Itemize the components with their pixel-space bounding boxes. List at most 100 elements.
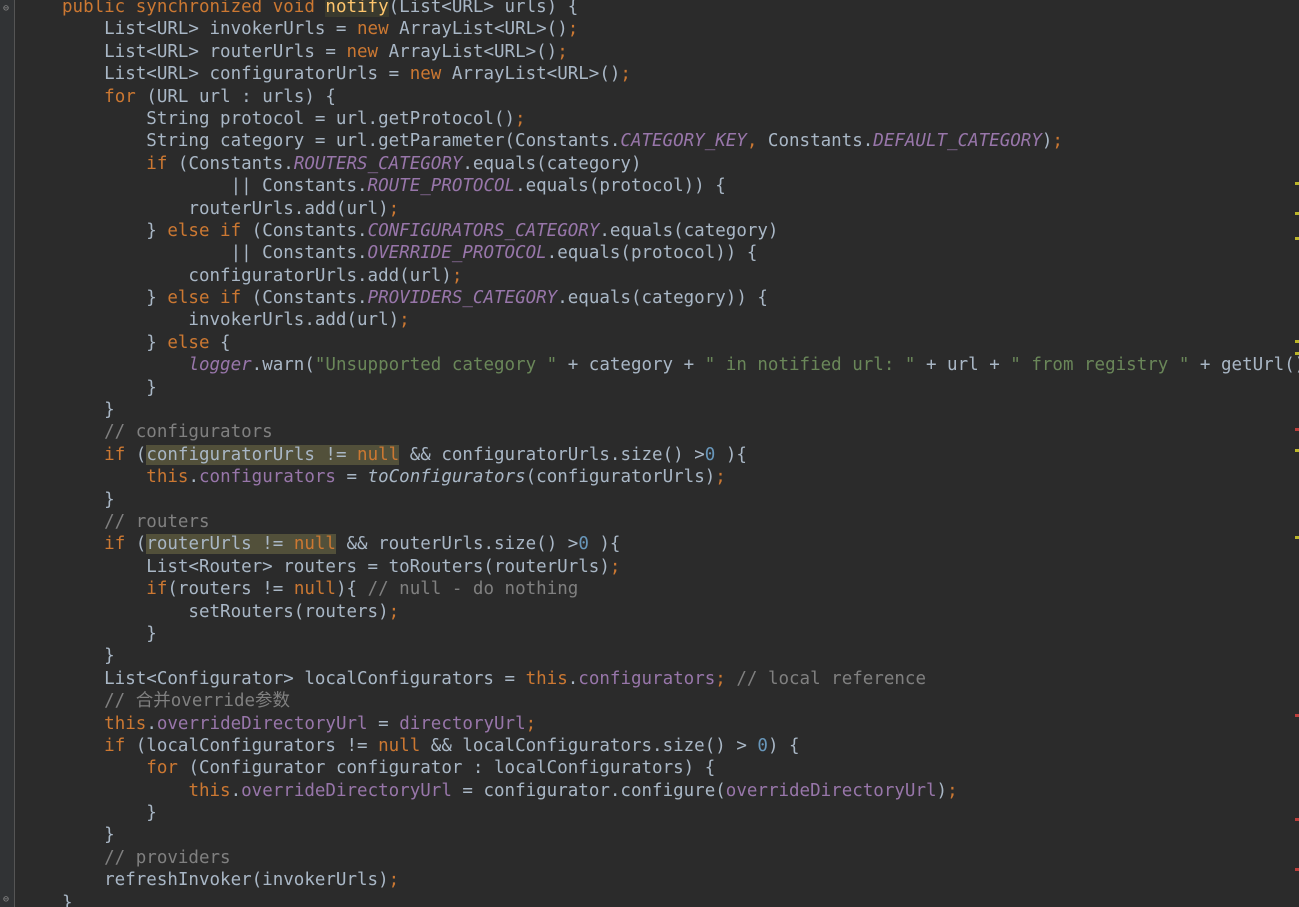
code-token: ArrayList<URL>() bbox=[399, 19, 568, 40]
code-line[interactable]: setRouters(routers); bbox=[62, 601, 1299, 623]
code-token: ; bbox=[1052, 131, 1063, 152]
code-token: .equals(category) bbox=[599, 220, 779, 241]
code-token: new bbox=[409, 64, 452, 85]
code-token: (routers != bbox=[167, 579, 294, 600]
code-line[interactable]: List<URL> configuratorUrls = new ArrayLi… bbox=[62, 63, 1299, 85]
code-token: .warn( bbox=[251, 355, 315, 376]
code-line[interactable]: } bbox=[62, 802, 1299, 824]
code-line[interactable]: this.overrideDirectoryUrl = directoryUrl… bbox=[62, 713, 1299, 735]
code-token: . bbox=[230, 780, 242, 801]
code-line[interactable]: String category = url.getParameter(Const… bbox=[62, 130, 1299, 152]
code-token: } bbox=[62, 489, 115, 510]
code-token: CONFIGURATORS_CATEGORY bbox=[367, 220, 600, 241]
code-token: toConfigurators bbox=[367, 467, 526, 488]
code-token: ; bbox=[525, 713, 537, 734]
code-line[interactable]: } bbox=[62, 824, 1299, 846]
code-token: } bbox=[62, 803, 157, 824]
code-token: + getUrl() bbox=[1189, 355, 1299, 376]
code-token: configuratorUrls.add(url) bbox=[62, 265, 452, 286]
code-line[interactable]: if(routers != null){ // null - do nothin… bbox=[62, 578, 1299, 600]
code-line[interactable]: } else if (Constants.PROVIDERS_CATEGORY.… bbox=[62, 287, 1299, 309]
code-token: // providers bbox=[62, 847, 231, 868]
code-token: List<URL> configuratorUrls = bbox=[62, 64, 410, 85]
code-token: // configurators bbox=[62, 422, 273, 443]
code-line[interactable]: public synchronized void notify(List<URL… bbox=[62, 0, 1299, 18]
code-token: } bbox=[62, 623, 157, 644]
code-token: (configuratorUrls) bbox=[525, 467, 716, 488]
code-token: ; bbox=[388, 870, 400, 891]
code-line[interactable]: List<URL> invokerUrls = new ArrayList<UR… bbox=[62, 18, 1299, 40]
code-area[interactable]: public synchronized void notify(List<URL… bbox=[62, 0, 1299, 907]
code-token: CATEGORY_KEY bbox=[620, 131, 747, 152]
code-line[interactable]: invokerUrls.add(url); bbox=[62, 309, 1299, 331]
code-line[interactable]: } bbox=[62, 377, 1299, 399]
code-line[interactable]: String protocol = url.getProtocol(); bbox=[62, 108, 1299, 130]
code-token: } bbox=[62, 332, 168, 353]
code-token: routerUrls != bbox=[146, 534, 294, 555]
code-line[interactable]: || Constants.OVERRIDE_PROTOCOL.equals(pr… bbox=[62, 242, 1299, 264]
code-token: (localConfigurators != bbox=[135, 735, 379, 756]
code-token: } bbox=[62, 825, 115, 846]
code-line[interactable]: logger.warn("Unsupported category " + ca… bbox=[62, 354, 1299, 376]
code-line[interactable]: refreshInvoker(invokerUrls); bbox=[62, 869, 1299, 891]
code-line[interactable]: } bbox=[62, 623, 1299, 645]
code-line[interactable]: List<URL> routerUrls = new ArrayList<URL… bbox=[62, 41, 1299, 63]
code-token: if bbox=[104, 735, 136, 756]
fold-toggle-icon[interactable]: ⊖ bbox=[3, 895, 12, 905]
code-line[interactable]: if (routerUrls != null && routerUrls.siz… bbox=[62, 533, 1299, 555]
code-line[interactable]: routerUrls.add(url); bbox=[62, 198, 1299, 220]
code-token: + url + bbox=[915, 355, 1011, 376]
code-line[interactable]: if (Constants.ROUTERS_CATEGORY.equals(ca… bbox=[62, 153, 1299, 175]
code-token: if bbox=[146, 153, 178, 174]
code-token: else if bbox=[167, 220, 252, 241]
code-line[interactable]: for (URL url : urls) { bbox=[62, 86, 1299, 108]
code-token: DEFAULT_CATEGORY bbox=[873, 131, 1042, 152]
code-editor[interactable]: ⊖ ⊖ public synchronized void notify(List… bbox=[0, 0, 1299, 907]
code-line[interactable]: configuratorUrls.add(url); bbox=[62, 265, 1299, 287]
code-line[interactable]: if (localConfigurators != null && localC… bbox=[62, 735, 1299, 757]
code-token: , bbox=[746, 131, 768, 152]
code-token: List<URL> invokerUrls = bbox=[62, 19, 358, 40]
code-token: ){ bbox=[715, 444, 747, 465]
code-token: } bbox=[62, 288, 168, 309]
code-line[interactable]: // 合并override参数 bbox=[62, 690, 1299, 712]
fold-toggle-icon[interactable]: ⊖ bbox=[3, 4, 12, 14]
code-token: ; bbox=[609, 556, 621, 577]
code-line[interactable]: List<Router> routers = toRouters(routerU… bbox=[62, 556, 1299, 578]
code-line[interactable]: } bbox=[62, 489, 1299, 511]
code-token: ; bbox=[567, 19, 579, 40]
code-line[interactable]: List<Configurator> localConfigurators = … bbox=[62, 668, 1299, 690]
code-line[interactable]: for (Configurator configurator : localCo… bbox=[62, 757, 1299, 779]
code-line[interactable]: || Constants.ROUTE_PROTOCOL.equals(proto… bbox=[62, 175, 1299, 197]
editor-gutter[interactable]: ⊖ ⊖ bbox=[0, 0, 15, 907]
scrollbar-markers bbox=[1295, 0, 1299, 907]
code-line[interactable]: } else if (Constants.CONFIGURATORS_CATEG… bbox=[62, 220, 1299, 242]
code-line[interactable]: // configurators bbox=[62, 421, 1299, 443]
code-token: ROUTE_PROTOCOL bbox=[367, 176, 516, 197]
code-token: routerUrls.add(url) bbox=[62, 198, 389, 219]
code-token: } bbox=[62, 892, 73, 907]
code-line[interactable]: // providers bbox=[62, 847, 1299, 869]
code-line[interactable]: } bbox=[62, 645, 1299, 667]
code-line[interactable]: } bbox=[62, 892, 1299, 907]
code-line[interactable]: } else { bbox=[62, 332, 1299, 354]
code-token: ArrayList<URL>() bbox=[388, 41, 558, 62]
error-marker bbox=[1295, 428, 1299, 431]
code-line[interactable]: this.overrideDirectoryUrl = configurator… bbox=[62, 780, 1299, 802]
code-line[interactable]: } bbox=[62, 399, 1299, 421]
code-line[interactable]: // routers bbox=[62, 511, 1299, 533]
code-token: ; bbox=[515, 108, 526, 129]
code-token: for bbox=[104, 86, 147, 107]
code-token: else bbox=[167, 332, 221, 353]
code-token: 0 bbox=[578, 534, 589, 555]
code-token: (Constants. bbox=[251, 288, 368, 309]
code-line[interactable]: this.configurators = toConfigurators(con… bbox=[62, 466, 1299, 488]
code-token: ; bbox=[620, 64, 631, 85]
code-token: List<Configurator> localConfigurators = bbox=[62, 668, 526, 689]
code-token: (Constants. bbox=[177, 153, 294, 174]
code-token: // null - do nothing bbox=[367, 579, 579, 600]
code-line[interactable]: if (configuratorUrls != null && configur… bbox=[62, 444, 1299, 466]
